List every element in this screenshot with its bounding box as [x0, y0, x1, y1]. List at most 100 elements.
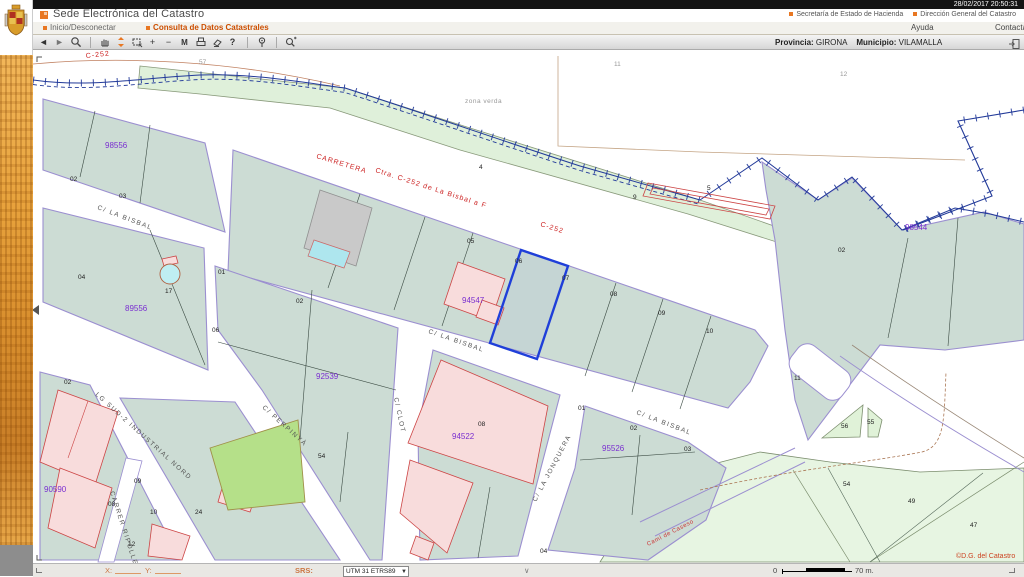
- map-label: 94522: [452, 432, 475, 441]
- zoom-in-button[interactable]: +: [145, 36, 160, 49]
- map-label: 55: [867, 419, 875, 426]
- erase-button[interactable]: [209, 36, 224, 49]
- bullet-icon: [43, 26, 47, 30]
- vertical-move-button[interactable]: [113, 36, 128, 49]
- map-label: 03: [119, 193, 127, 200]
- map-label: 03: [684, 446, 692, 453]
- x-coordinate-field[interactable]: [115, 566, 141, 574]
- divider: [90, 37, 91, 48]
- catastro-logo-icon: [40, 11, 48, 19]
- water-tank: [160, 264, 180, 284]
- y-label: Y:: [145, 566, 152, 575]
- map-label: 02: [630, 425, 638, 432]
- scale-bar-tick: [782, 569, 783, 574]
- map-label: 98544: [905, 223, 928, 232]
- link-catastro[interactable]: Dirección General del Catastro: [920, 11, 1016, 18]
- up-down-arrows-icon: [116, 36, 126, 48]
- map-label: 12: [840, 71, 848, 78]
- tab-consulta-datos[interactable]: Consulta de Datos Catastrales: [138, 23, 269, 32]
- map-label: 09: [134, 478, 142, 485]
- map-label: 94547: [462, 296, 485, 305]
- map-label: 06: [515, 258, 523, 265]
- map-label: 57: [199, 59, 207, 66]
- print-button[interactable]: [193, 36, 208, 49]
- crest-logo: [0, 0, 33, 55]
- selection-rect-icon: [131, 36, 143, 48]
- search-map-icon: [284, 36, 297, 48]
- map-label: 10: [706, 328, 714, 335]
- link-hacienda[interactable]: Secretaría de Estado de Hacienda: [796, 11, 903, 18]
- map-label: 11: [794, 375, 801, 382]
- header-links: Secretaría de Estado de Hacienda Direcci…: [781, 11, 1016, 18]
- block-89556[interactable]: [43, 208, 208, 370]
- map-label: 54: [843, 481, 851, 488]
- map-label: 06: [212, 327, 220, 334]
- y-coordinate-field[interactable]: [155, 566, 181, 574]
- scale-zero: 0: [773, 566, 777, 575]
- map-label: 10: [150, 509, 158, 516]
- datetime: 28/02/2017 20:50:31: [954, 1, 1018, 8]
- help-button[interactable]: ?: [225, 36, 240, 49]
- map-label: 08: [478, 421, 486, 428]
- map-label: 02: [64, 379, 72, 386]
- srs-label: SRS:: [295, 566, 313, 575]
- select-area-button[interactable]: [129, 36, 144, 49]
- map-label: 95526: [602, 444, 625, 453]
- info-pin-icon: [256, 36, 268, 48]
- block-98556[interactable]: [43, 99, 225, 232]
- map-label: 04: [78, 274, 86, 281]
- municipality-value: VILAMALLA: [899, 38, 943, 47]
- map-label: 01: [218, 269, 226, 276]
- map-label: 5: [707, 185, 711, 192]
- corner-mark: [36, 568, 42, 573]
- block-98544[interactable]: [762, 162, 1024, 440]
- pan-down-arrow[interactable]: ∨: [524, 566, 530, 575]
- srs-select[interactable]: UTM 31 ETRS89▼: [343, 566, 409, 577]
- scale-bar-thick: [806, 568, 845, 572]
- help-link[interactable]: Ayuda: [911, 22, 934, 34]
- map-label: 07: [562, 275, 570, 282]
- corner-mark: [1009, 568, 1015, 573]
- contact-link[interactable]: Contactar: [995, 22, 1024, 34]
- map-label: Ctra. C-252 de La Bisbal a F: [374, 167, 487, 210]
- pan-left-arrow[interactable]: [32, 305, 39, 315]
- map-label: 17: [165, 288, 173, 295]
- map-copyright: ©D.G. del Catastro: [956, 553, 1015, 560]
- hand-icon: [99, 36, 111, 48]
- status-bar: X: Y: SRS: UTM 31 ETRS89▼ ∨ 0 70 m.: [33, 563, 1024, 577]
- back-button[interactable]: ◄: [36, 36, 51, 49]
- map-label: 05: [467, 238, 475, 245]
- info-point-button[interactable]: [254, 36, 269, 49]
- sidebar-photo: [0, 55, 33, 545]
- map-label: 08: [610, 291, 618, 298]
- province-value: GIRONA: [816, 38, 848, 47]
- tab-home[interactable]: Inicio/Desconectar: [43, 23, 118, 32]
- map-label: CARRETERA: [315, 153, 367, 175]
- eraser-icon: [211, 36, 223, 48]
- map-label: 9: [633, 194, 637, 201]
- map-label: 90590: [44, 485, 67, 494]
- forward-button[interactable]: ►: [52, 36, 67, 49]
- map-label: C/ CLOT: [392, 397, 406, 434]
- zoom-window-button[interactable]: [68, 36, 83, 49]
- tab-row: Inicio/Desconectar Consulta de Datos Cat…: [33, 22, 1024, 35]
- zoom-out-button[interactable]: −: [161, 36, 176, 49]
- map-label: 49: [908, 498, 916, 505]
- exit-door-icon: [1008, 38, 1020, 50]
- map-label: 89556: [125, 304, 148, 313]
- cadastral-map[interactable]: 98556 89556 94547 92539 94522 95526 90590 98544…: [0, 0, 1024, 576]
- map-label: 4: [479, 164, 483, 171]
- sidebar-gray: [0, 545, 33, 576]
- map-label: 92539: [316, 372, 339, 381]
- pan-button[interactable]: [97, 36, 112, 49]
- map-label: zona verda: [465, 98, 502, 105]
- measure-button[interactable]: M: [177, 36, 192, 49]
- exit-button[interactable]: [1008, 37, 1020, 55]
- divider: [276, 37, 277, 48]
- map-label: 98556: [105, 141, 128, 150]
- map-label: 56: [841, 423, 849, 430]
- map-label: 02: [70, 176, 78, 183]
- search-parcel-button[interactable]: [283, 36, 298, 49]
- scale-distance: 70 m.: [855, 566, 874, 575]
- map-label: 02: [296, 298, 304, 305]
